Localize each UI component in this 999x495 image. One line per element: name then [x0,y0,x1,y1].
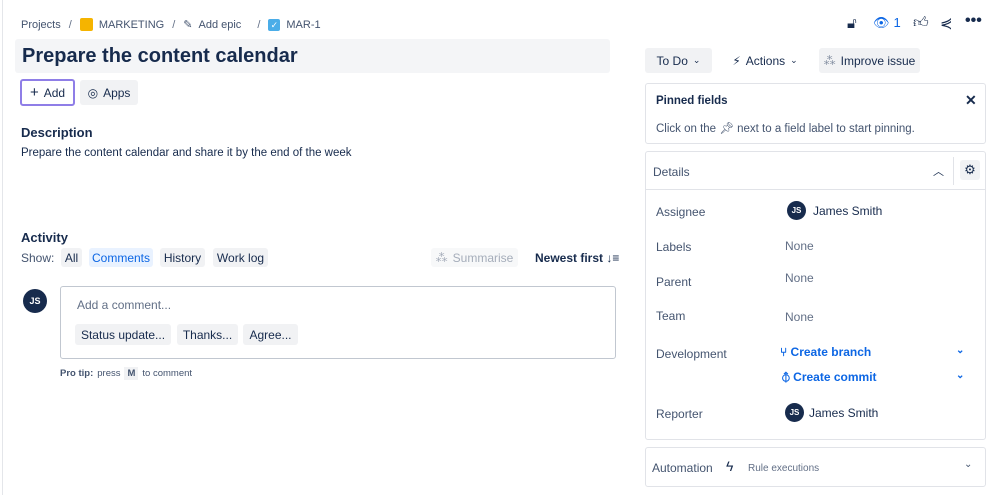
pencil-icon: ✎ [183,18,192,31]
filter-work-log[interactable]: Work log [213,248,268,267]
comment-box[interactable]: Add a comment... Status update... Thanks… [60,286,616,359]
pinned-fields-panel: Pinned fields ✕ Click on the 📌︎ next to … [645,83,986,144]
close-icon[interactable]: ✕ [965,92,977,109]
description-heading: Description [21,125,93,140]
share-icon[interactable]: ⋞ [940,14,953,32]
add-button[interactable]: +Add [20,79,75,106]
pinned-text: Click on the 📌︎ next to a field label to… [656,121,915,135]
chevron-down-icon[interactable]: ⌄ [956,370,964,381]
filter-all[interactable]: All [61,248,82,267]
sort-button[interactable]: Newest first ↓≡ [535,251,619,265]
breadcrumb: Projects/ MARKETING/ ✎ Add epic/ ✓ MAR-1 [21,18,321,31]
parent-value[interactable]: None [785,271,814,285]
improve-issue-button[interactable]: ⁂Improve issue [819,48,920,73]
sparkle-icon: ⁂ [436,251,448,265]
create-commit-link[interactable]: ⦽ Create commit [782,370,877,385]
labels-label: Labels [656,240,691,254]
description-text[interactable]: Prepare the content calendar and share i… [21,147,352,159]
reporter-label: Reporter [656,407,703,421]
lightning-icon: ϟ [726,458,733,474]
assignee-value[interactable]: James Smith [813,204,882,218]
chevron-down-icon: ⌄ [693,55,701,66]
rule-executions: Rule executions [748,463,819,474]
quick-reply-agree[interactable]: Agree... [243,324,298,345]
breadcrumb-project[interactable]: MARKETING [99,19,164,31]
filter-comments[interactable]: Comments [89,248,153,267]
filter-history[interactable]: History [160,248,205,267]
chevron-down-icon[interactable]: ⌄ [964,459,972,470]
pin-icon: 📌︎ [719,123,734,135]
sort-icon: ↓≡ [606,251,619,265]
automation-panel[interactable]: Automation ϟ Rule executions ⌄ [645,447,986,487]
chevron-down-icon: ⌄ [790,55,798,66]
more-icon[interactable]: ••• [965,12,982,30]
avatar: JS [785,403,804,422]
quick-reply-status[interactable]: Status update... [75,324,171,345]
breadcrumb-issue[interactable]: MAR-1 [286,19,320,31]
pinned-title: Pinned fields [656,95,728,107]
task-icon: ✓ [268,19,280,31]
details-panel: Details ︿ ⚙︎ Assignee JS James Smith Lab… [645,151,986,440]
apps-icon: ◎ [88,86,98,100]
add-epic-link[interactable]: Add epic [199,19,242,31]
quick-reply-thanks[interactable]: Thanks... [177,324,238,345]
create-branch-link[interactable]: ⑂ Create branch [780,345,871,359]
status-dropdown[interactable]: To Do⌄ [645,48,712,73]
show-label: Show: [21,251,54,265]
automation-title: Automation [652,461,713,475]
project-icon [80,18,93,31]
activity-heading: Activity [21,230,68,245]
gear-icon[interactable]: ⚙︎ [960,160,980,180]
divider [2,0,3,495]
summarise-button[interactable]: ⁂Summarise [431,248,518,267]
chevron-up-icon[interactable]: ︿ [933,163,944,179]
team-label: Team [656,309,685,323]
team-value[interactable]: None [785,310,814,324]
breadcrumb-projects[interactable]: Projects [21,19,61,31]
eye-icon: 👁︎ [873,15,890,31]
details-title: Details [653,165,690,179]
chevron-down-icon[interactable]: ⌄ [956,345,964,356]
pro-tip: Pro tip:pressMto comment [60,367,192,380]
lightning-icon: ⚡︎ [732,54,740,68]
sparkle-icon: ⁂ [824,54,836,68]
labels-value[interactable]: None [785,239,814,253]
divider [953,157,954,185]
development-label: Development [656,347,727,361]
comment-input[interactable]: Add a comment... [77,298,171,312]
branch-icon: ⑂ [780,345,787,359]
reporter-value[interactable]: James Smith [809,406,878,420]
avatar: JS [23,289,47,313]
thumbs-up-icon[interactable]: 👍︎ [913,14,929,32]
lock-icon[interactable]: 🔓︎ [847,15,857,32]
parent-label: Parent [656,275,691,289]
watch-button[interactable]: 👁︎1 [873,15,901,31]
issue-title[interactable]: Prepare the content calendar [15,39,610,73]
actions-dropdown[interactable]: ⚡︎Actions⌄ [724,48,806,73]
plus-icon: + [30,84,39,101]
assignee-label: Assignee [656,205,705,219]
avatar: JS [787,201,806,220]
commit-icon: ⦽ [782,370,790,384]
apps-button[interactable]: ◎Apps [80,80,138,105]
